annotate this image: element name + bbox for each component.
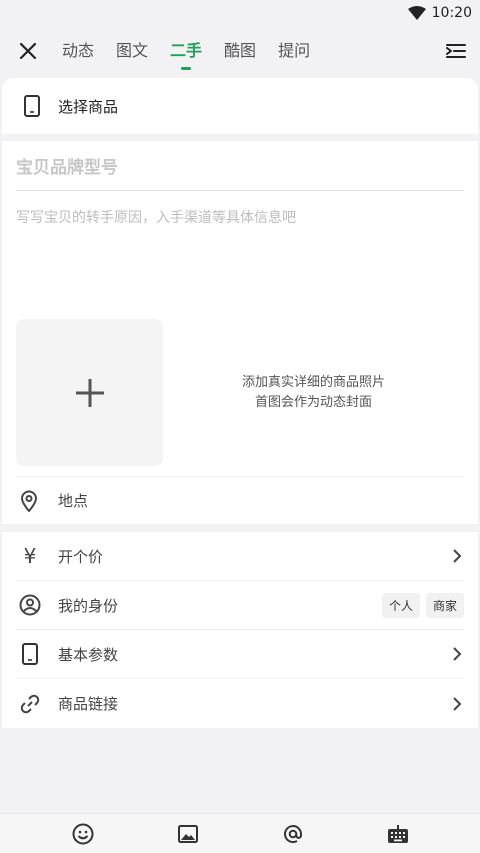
- identity-merchant-button[interactable]: 商家: [425, 592, 464, 618]
- price-label: 开个价: [58, 547, 104, 566]
- brand-model-input[interactable]: 宝贝品牌型号: [16, 141, 464, 191]
- plus-icon: [75, 378, 104, 407]
- post-form: 宝贝品牌型号 写写宝贝的转手原因，入手渠道等具体信息吧 添加真实详细的商品照片 …: [2, 141, 478, 524]
- identity-personal-button[interactable]: 个人: [381, 592, 420, 618]
- link-row[interactable]: 商品链接: [16, 679, 464, 728]
- photo-hint: 添加真实详细的商品照片 首图会作为动态封面: [163, 319, 464, 466]
- image-button[interactable]: [175, 821, 201, 847]
- select-product-row[interactable]: 选择商品: [2, 78, 478, 134]
- link-label: 商品链接: [58, 695, 119, 713]
- tab-cool-image[interactable]: 酷图: [224, 39, 256, 63]
- location-pin-icon: [20, 490, 38, 512]
- description-input[interactable]: 写写宝贝的转手原因，入手渠道等具体信息吧: [16, 207, 464, 227]
- options-list: ¥ 开个价 我的身份 个人 商家 基本参数 商品链接: [2, 532, 478, 728]
- emoji-icon: [72, 823, 93, 844]
- identity-label: 我的身份: [58, 596, 119, 615]
- location-row[interactable]: 地点: [16, 476, 464, 524]
- mention-button[interactable]: [280, 821, 306, 847]
- chevron-right-icon: [453, 549, 462, 563]
- menu-button[interactable]: [442, 37, 470, 65]
- link-icon: [18, 692, 42, 716]
- phone-icon: [18, 642, 42, 666]
- keyboard-button[interactable]: [385, 821, 411, 847]
- phone-icon: [24, 95, 40, 117]
- emoji-button[interactable]: [70, 821, 96, 847]
- photo-section: 添加真实详细的商品照片 首图会作为动态封面: [16, 319, 464, 466]
- chevron-right-icon: [453, 647, 462, 661]
- params-row[interactable]: 基本参数: [16, 630, 464, 679]
- add-photo-button[interactable]: [16, 319, 163, 466]
- chevron-right-icon: [453, 696, 462, 711]
- at-icon: [283, 824, 302, 843]
- photo-hint-line1: 添加真实详细的商品照片: [241, 374, 385, 390]
- close-icon: [20, 43, 36, 59]
- wifi-icon: [407, 6, 426, 20]
- user-circle-icon: [18, 593, 42, 617]
- photo-hint-line2: 首图会作为动态封面: [254, 394, 372, 410]
- params-label: 基本参数: [58, 645, 119, 664]
- tab-image-text[interactable]: 图文: [116, 39, 148, 63]
- status-bar: 10:20: [0, 0, 480, 26]
- post-type-tabs: 动态 图文 二手 酷图 提问: [62, 39, 442, 63]
- tab-dynamic[interactable]: 动态: [62, 39, 94, 63]
- bottom-toolbar: [0, 813, 480, 853]
- close-button[interactable]: [14, 37, 42, 65]
- status-time: 10:20: [431, 5, 472, 21]
- tab-question[interactable]: 提问: [278, 39, 310, 63]
- image-icon: [177, 824, 198, 843]
- tab-second-hand[interactable]: 二手: [170, 39, 202, 63]
- yen-icon: ¥: [23, 544, 37, 568]
- keyboard-icon: [387, 824, 408, 843]
- top-tab-bar: 动态 图文 二手 酷图 提问: [0, 26, 480, 76]
- identity-row: 我的身份 个人 商家: [16, 581, 464, 630]
- location-label: 地点: [58, 492, 89, 510]
- select-product-label: 选择商品: [58, 97, 119, 116]
- price-row[interactable]: ¥ 开个价: [16, 532, 464, 581]
- indent-menu-icon: [446, 44, 466, 58]
